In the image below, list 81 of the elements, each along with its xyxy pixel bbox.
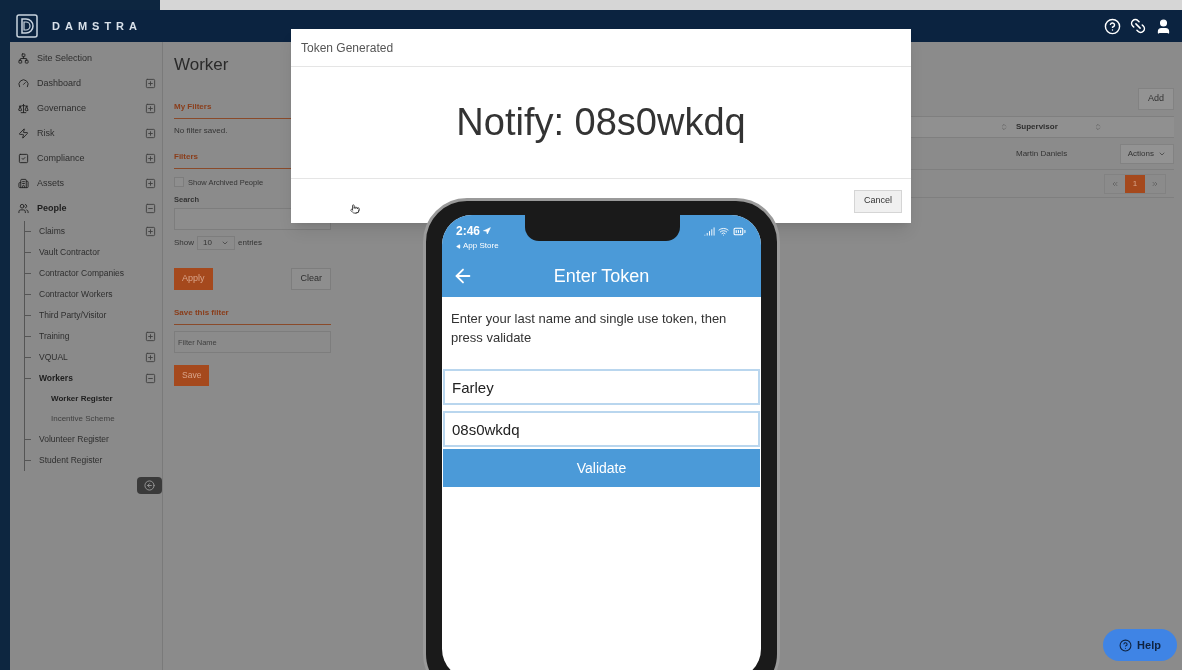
sort-icon[interactable] — [1000, 123, 1008, 131]
sidebar-item[interactable]: Claims — [25, 221, 162, 242]
entries-label: entries — [238, 237, 263, 249]
sidebar-item[interactable]: Contractor Companies — [25, 263, 162, 284]
page-size-select[interactable]: 10 — [197, 236, 235, 250]
sidebar-item[interactable]: Worker Register — [25, 389, 162, 409]
expand-icon[interactable] — [145, 128, 156, 139]
people-icon — [18, 203, 29, 214]
instructions-text: Enter your last name and single use token, then press validate — [450, 310, 728, 347]
validate-button[interactable]: Validate — [443, 449, 760, 487]
scale-icon — [18, 103, 29, 114]
user-icon[interactable] — [1155, 17, 1172, 35]
back-to-app-link[interactable]: App Store — [463, 240, 499, 252]
double-right-icon — [1151, 179, 1159, 188]
empty-filter-text: No filter saved. — [174, 124, 229, 137]
sidebar-item[interactable]: People — [10, 196, 162, 221]
table-cell-text: Martin Daniels — [1016, 147, 1069, 160]
sort-icon — [1094, 123, 1102, 131]
location-icon — [483, 227, 492, 235]
save-button[interactable]: Save — [174, 364, 210, 386]
checkbox-icon — [18, 153, 29, 164]
expand-icon[interactable] — [145, 226, 156, 237]
brand-name: DAMSTRA — [52, 18, 142, 34]
sitemap-icon — [18, 53, 29, 64]
collapse-sidebar-button[interactable] — [137, 477, 162, 494]
apply-button[interactable]: Apply — [174, 268, 213, 290]
sidebar-item[interactable]: Contractor Workers — [25, 284, 162, 305]
help-icon[interactable] — [1104, 17, 1121, 35]
lightning-icon — [18, 128, 29, 139]
sidebar-item[interactable]: Workers — [25, 368, 162, 389]
column-header[interactable]: Supervisor — [1016, 121, 1108, 133]
text-field[interactable]: 08s0wkdq — [443, 411, 760, 447]
token-message: Notify: 08s0wkdq — [456, 100, 746, 145]
double-left-icon — [1111, 179, 1119, 188]
collapse-icon[interactable] — [145, 203, 156, 214]
text-field[interactable]: Farley — [443, 369, 760, 405]
sidebar-item[interactable]: Site Selection — [10, 46, 162, 71]
show-label: Show — [174, 237, 194, 249]
collapse-icon[interactable] — [145, 373, 156, 384]
section-heading: My Filters — [174, 101, 212, 111]
wifi-icon — [718, 226, 729, 237]
clear-button[interactable]: Clear — [291, 268, 331, 290]
arrow-left-icon — [144, 480, 155, 491]
sidebar-item[interactable]: Governance — [10, 96, 162, 121]
sidebar-item[interactable]: Compliance — [10, 146, 162, 171]
expand-icon[interactable] — [145, 103, 156, 114]
section-heading: Save this filter — [174, 308, 229, 317]
expand-icon[interactable] — [145, 153, 156, 164]
dialog-title: Token Generated — [301, 39, 394, 57]
page-title: Worker — [174, 54, 230, 76]
logo-icon — [16, 14, 38, 38]
chevron-down-icon — [221, 239, 229, 247]
sidebar-item[interactable]: Assets — [10, 171, 162, 196]
sidebar-item[interactable]: Training — [25, 326, 162, 347]
actions-dropdown[interactable]: Actions — [1119, 143, 1174, 164]
add-button[interactable]: Add — [1138, 88, 1174, 110]
expand-icon[interactable] — [145, 178, 156, 189]
expand-icon[interactable] — [145, 352, 156, 363]
cancel-button[interactable]: Cancel — [854, 189, 902, 213]
expand-icon[interactable] — [145, 78, 156, 89]
help-button[interactable]: Help — [1103, 629, 1177, 661]
sidebar-item[interactable]: Risk — [10, 121, 162, 146]
sidebar-item[interactable]: VQUAL — [25, 347, 162, 368]
back-triangle-icon — [456, 243, 461, 249]
hand-cursor-icon — [350, 203, 360, 215]
sidebar-item[interactable]: Student Register — [25, 450, 162, 471]
page-button[interactable]: 1 — [1125, 174, 1145, 193]
gauge-icon — [18, 78, 29, 89]
building-icon — [18, 178, 29, 189]
sidebar-item[interactable]: Incentive Scheme — [25, 409, 162, 429]
screen-title: Enter Token — [552, 264, 651, 288]
sidebar-item[interactable]: Vault Contractor — [25, 242, 162, 263]
help-icon — [1119, 638, 1133, 652]
expand-icon[interactable] — [145, 331, 156, 342]
sidebar-item[interactable]: Dashboard — [10, 71, 162, 96]
signal-icon — [704, 226, 715, 237]
sidebar-item[interactable]: Third Party/Visitor — [25, 305, 162, 326]
sidebar-item[interactable]: Volunteer Register — [25, 429, 162, 450]
battery-icon — [732, 225, 747, 238]
status-time: 2:46 — [456, 223, 481, 240]
section-heading: Filters — [174, 151, 198, 161]
